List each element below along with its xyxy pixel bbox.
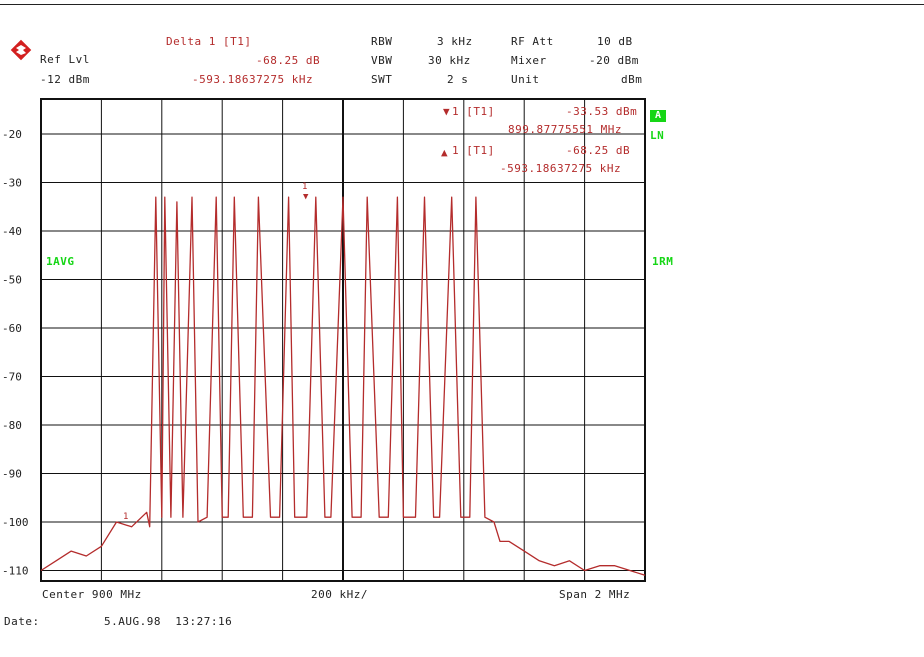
marker1-label: 1 [T1] (452, 105, 495, 118)
y-tick-label: -30 (2, 177, 22, 190)
ln-indicator: LN (650, 129, 665, 142)
marker1-pointer-icon: ▼ (303, 192, 309, 202)
y-tick-label: -60 (2, 322, 22, 335)
marker1-level: -33.53 dBm (566, 105, 638, 118)
rm-indicator: 1RM (652, 255, 674, 268)
y-tick-label: -40 (2, 225, 22, 238)
avg-indicator: 1AVG (46, 255, 75, 268)
delta1-triangle-icon: ▲ (441, 146, 449, 159)
div-frequency: 200 kHz/ (311, 588, 368, 601)
delta1-freq: -593.18637275 kHz (500, 162, 622, 175)
center-frequency: Center 900 MHz (42, 588, 142, 601)
marker1-triangle-icon: ▼ (443, 105, 451, 118)
y-tick-label: -50 (2, 274, 22, 287)
delta1-label: 1 [T1] (452, 144, 495, 157)
y-tick-label: -80 (2, 419, 22, 432)
y-tick-label: -20 (2, 128, 22, 141)
date-label: Date: (4, 615, 40, 628)
y-tick-label: -90 (2, 468, 22, 481)
y-tick-label: -110 (2, 565, 29, 578)
delta1-tag: 1 (123, 512, 129, 522)
trace-a-badge: A (650, 110, 666, 122)
span-frequency: Span 2 MHz (559, 588, 631, 601)
delta1-level: -68.25 dB (566, 144, 631, 157)
y-tick-label: -100 (2, 516, 29, 529)
date-value: 5.AUG.98 13:27:16 (104, 615, 233, 628)
marker1-freq: 899.87775551 MHz (508, 123, 622, 136)
y-tick-label: -70 (2, 371, 22, 384)
spectrum-chart: -20 -30 -40 -50 -60 -70 -80 -90 -100 -110 (2, 98, 646, 582)
